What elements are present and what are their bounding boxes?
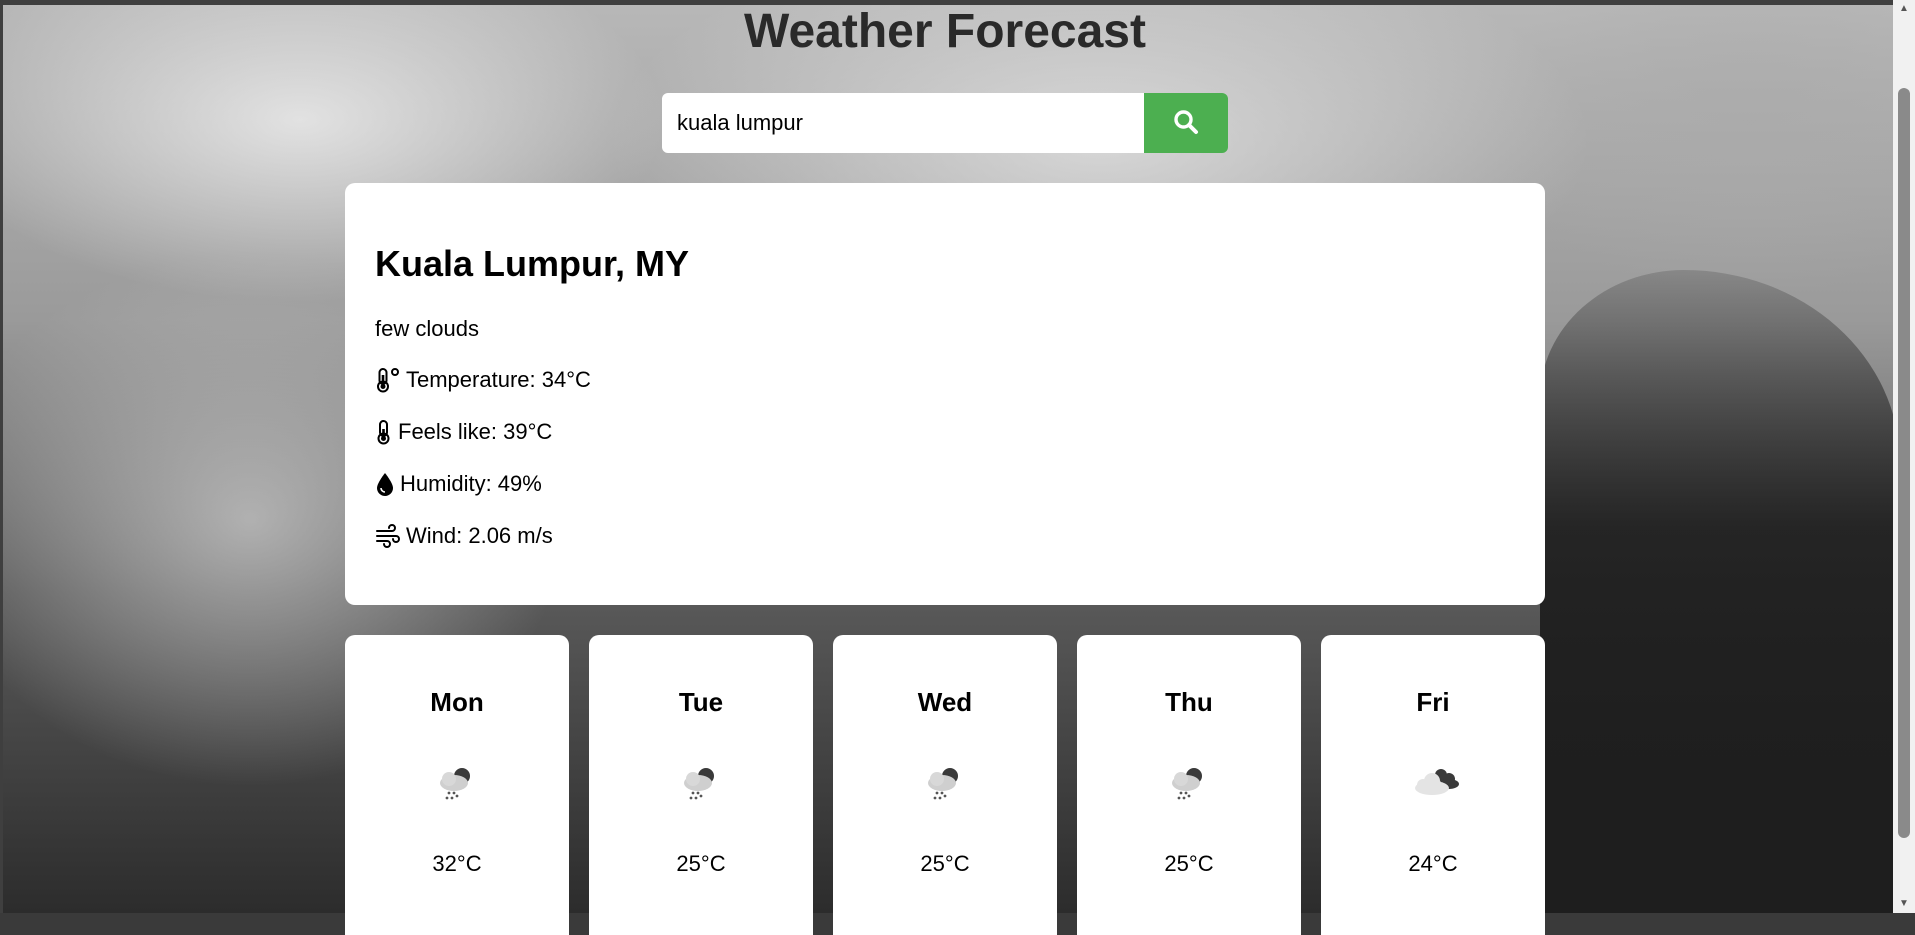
feels-like-row: Feels like: 39°C	[375, 419, 552, 445]
background-trees	[1540, 270, 1900, 913]
page-title: Weather Forecast	[744, 5, 1146, 58]
rain-cloud-icon	[1164, 757, 1214, 807]
scroll-down-arrow-icon[interactable]: ▼	[1893, 895, 1915, 913]
forecast-temp: 24°C	[1408, 851, 1458, 876]
droplet-icon	[375, 471, 395, 497]
scrollbar-thumb[interactable]	[1898, 88, 1910, 838]
search-button[interactable]	[1144, 93, 1228, 153]
forecast-temp: 25°C	[676, 851, 726, 876]
forecast-temp: 32°C	[432, 851, 482, 876]
wind-icon	[375, 523, 401, 549]
broken-clouds-icon	[1408, 757, 1459, 807]
search-icon	[1173, 109, 1199, 138]
forecast-day: Thu	[1165, 687, 1213, 717]
rain-cloud-icon	[432, 757, 482, 807]
feels-like-text: Feels like: 39°C	[398, 419, 553, 444]
temperature-text: Temperature: 34°C	[406, 367, 591, 392]
thermometer-icon	[375, 367, 401, 393]
rain-cloud-icon	[676, 757, 726, 807]
temperature-row: Temperature: 34°C	[375, 367, 591, 393]
forecast-day: Mon	[430, 687, 484, 717]
current-weather-card: Kuala Lumpur, MY few clouds Temperature:…	[345, 183, 1545, 605]
forecast-card: Mon 32°C	[345, 635, 569, 935]
humidity-text: Humidity: 49%	[400, 471, 542, 496]
page-scrollbar[interactable]: ▲ ▼	[1893, 0, 1915, 913]
search-bar	[662, 93, 1228, 153]
forecast-day: Wed	[917, 687, 973, 717]
weather-description: few clouds	[375, 316, 479, 341]
wind-text: Wind: 2.06 m/s	[406, 523, 553, 548]
humidity-row: Humidity: 49%	[375, 471, 542, 497]
forecast-day: Fri	[1416, 687, 1450, 717]
forecast-day: Tue	[678, 687, 724, 717]
scroll-up-arrow-icon[interactable]: ▲	[1893, 0, 1915, 18]
search-input[interactable]	[662, 93, 1144, 153]
forecast-temp: 25°C	[1164, 851, 1214, 876]
rain-cloud-icon	[920, 757, 970, 807]
forecast-card: Thu 25°C	[1077, 635, 1301, 935]
forecast-card: Wed 25°C	[833, 635, 1057, 935]
location-name: Kuala Lumpur, MY	[375, 243, 690, 284]
thermometer-half-icon	[375, 419, 393, 445]
forecast-card: Fri 24°C	[1321, 635, 1545, 935]
forecast-list: Mon 32°C Tue 25°C Wed 25°C Thu 25°C Fri …	[345, 635, 1545, 935]
wind-row: Wind: 2.06 m/s	[375, 523, 553, 549]
forecast-temp: 25°C	[920, 851, 970, 876]
forecast-card: Tue 25°C	[589, 635, 813, 935]
